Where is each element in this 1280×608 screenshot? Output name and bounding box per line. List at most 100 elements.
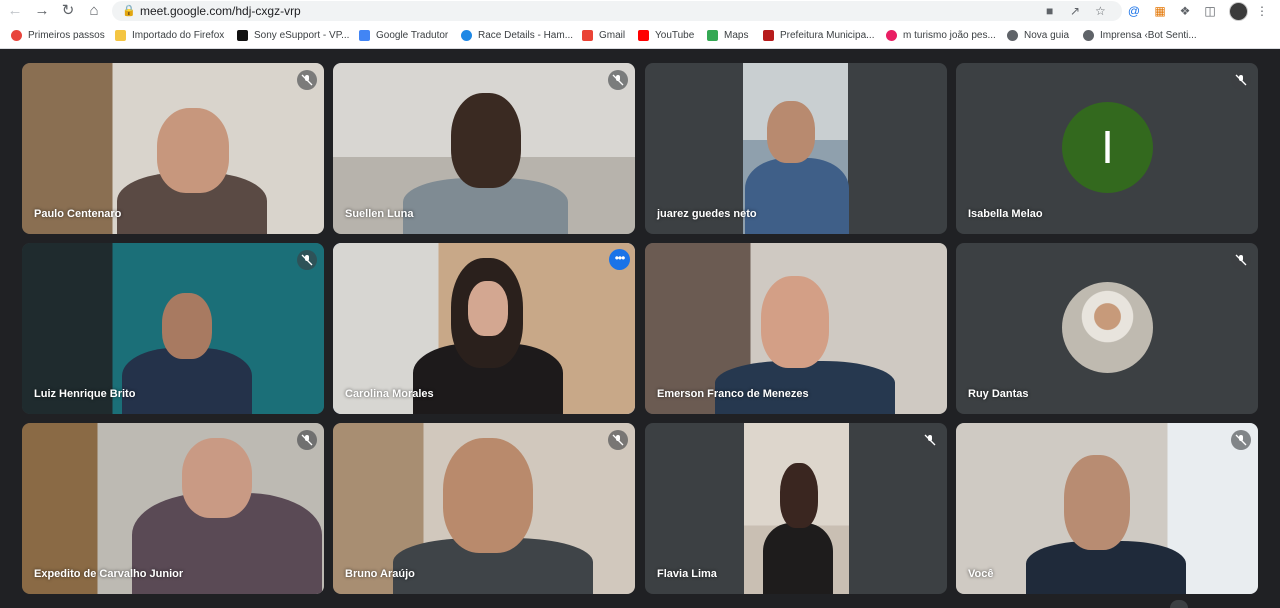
bookmark-item[interactable]: Google Tradutor xyxy=(359,27,448,43)
bookmark-item[interactable]: Prefeitura Municipa... xyxy=(763,27,875,43)
gmail-icon xyxy=(582,29,593,41)
mic-off-icon xyxy=(920,430,940,450)
bookmark-label: YouTube xyxy=(655,29,695,41)
browser-toolbar: ← → ↻ ⌂ 🔒 meet.google.com/hdj-cxgz-vrp ■… xyxy=(0,0,1280,22)
bookmark-item[interactable]: Imprensa ‹Bot Senti... xyxy=(1083,27,1197,43)
participant-name: juarez guedes neto xyxy=(657,208,757,220)
side-panel-icon[interactable]: ◫ xyxy=(1202,3,1218,19)
participant-avatar xyxy=(1062,282,1153,373)
person-shape xyxy=(468,281,508,336)
participant-tile[interactable]: Bruno Araújo xyxy=(333,423,635,594)
bookmark-label: Race Details - Ham... xyxy=(478,29,574,41)
person-shape xyxy=(451,93,521,188)
participant-name: Luiz Henrique Brito xyxy=(34,388,136,400)
person-shape xyxy=(443,438,533,553)
participant-tile[interactable]: juarez guedes neto xyxy=(645,63,947,234)
bottom-control-handle[interactable] xyxy=(1170,600,1188,608)
profile-avatar[interactable] xyxy=(1229,2,1248,21)
globe-icon xyxy=(1083,29,1094,41)
bookmark-item[interactable]: Gmail xyxy=(582,27,625,43)
person-shape xyxy=(763,523,833,594)
participant-tile[interactable]: Emerson Franco de Menezes xyxy=(645,243,947,414)
bookmark-label: Prefeitura Municipa... xyxy=(780,29,875,41)
bookmark-label: Primeiros passos xyxy=(28,29,105,41)
bookmark-label: Gmail xyxy=(599,29,626,41)
participant-name: Paulo Centenaro xyxy=(34,208,122,220)
puzzle-icon[interactable]: ❖ xyxy=(1177,3,1193,19)
bookmark-label: Sony eSupport - VP... xyxy=(254,29,350,41)
participant-name: Emerson Franco de Menezes xyxy=(657,388,809,400)
maps-pin-icon xyxy=(707,29,718,41)
participant-tile[interactable]: I Isabella Melao xyxy=(956,63,1258,234)
mic-off-icon xyxy=(608,70,628,90)
bookmark-item[interactable]: Importado do Firefox xyxy=(115,27,224,43)
bookmark-favicon-icon xyxy=(763,29,774,41)
person-shape xyxy=(162,293,212,359)
participant-name: Você xyxy=(968,568,994,580)
participant-tile[interactable]: Expedito de Carvalho Junior xyxy=(22,423,324,594)
camera-icon[interactable]: ■ xyxy=(1046,4,1053,18)
person-shape xyxy=(745,158,849,234)
bookmark-label: Imprensa ‹Bot Senti... xyxy=(1100,29,1197,41)
participant-tile[interactable]: Ruy Dantas xyxy=(956,243,1258,414)
participant-tile-self[interactable]: Você xyxy=(956,423,1258,594)
mic-off-icon xyxy=(1231,250,1251,270)
extension-at-icon[interactable]: @ xyxy=(1126,3,1142,19)
youtube-icon xyxy=(638,29,649,41)
participant-name: Isabella Melao xyxy=(968,208,1043,220)
extension-gallery-icon[interactable]: ▦ xyxy=(1152,3,1168,19)
share-icon[interactable]: ↗ xyxy=(1070,4,1080,18)
reload-icon[interactable]: ↻ xyxy=(59,2,77,20)
person-shape xyxy=(780,463,818,528)
bookmark-favicon-icon xyxy=(11,29,22,41)
mic-off-icon xyxy=(608,430,628,450)
folder-icon xyxy=(115,29,126,41)
lock-icon: 🔒 xyxy=(122,5,136,17)
participant-tile[interactable]: Flavia Lima xyxy=(645,423,947,594)
participant-tile[interactable]: Luiz Henrique Brito xyxy=(22,243,324,414)
participant-name: Expedito de Carvalho Junior xyxy=(34,568,184,580)
more-options-button[interactable]: ••• xyxy=(609,249,630,270)
mic-off-icon xyxy=(297,430,317,450)
mic-off-icon xyxy=(297,250,317,270)
bookmark-label: Importado do Firefox xyxy=(132,29,225,41)
person-shape xyxy=(1064,455,1130,550)
bookmark-item[interactable]: Race Details - Ham... xyxy=(461,27,573,43)
address-bar[interactable]: 🔒 meet.google.com/hdj-cxgz-vrp ■ ↗ ☆ xyxy=(112,1,1122,21)
bookmark-item[interactable]: Primeiros passos xyxy=(11,27,105,43)
participant-tile[interactable]: Paulo Centenaro xyxy=(22,63,324,234)
url-text: meet.google.com/hdj-cxgz-vrp xyxy=(140,4,301,18)
home-icon[interactable]: ⌂ xyxy=(85,2,103,20)
person-shape xyxy=(157,108,229,193)
bookmark-label: Maps xyxy=(724,29,749,41)
menu-icon[interactable]: ⋮ xyxy=(1254,3,1270,19)
bookmark-label: Nova guia xyxy=(1024,29,1070,41)
bookmark-item[interactable]: m turismo joão pes... xyxy=(886,27,996,43)
participant-name: Carolina Morales xyxy=(345,388,434,400)
participant-name: Suellen Luna xyxy=(345,208,414,220)
translate-icon xyxy=(359,29,370,41)
bookmark-item[interactable]: Nova guia xyxy=(1007,27,1069,43)
globe-icon xyxy=(1007,29,1018,41)
bookmark-item[interactable]: Maps xyxy=(707,27,748,43)
bookmark-favicon-icon xyxy=(237,29,248,41)
forward-arrow-icon[interactable]: → xyxy=(33,2,51,20)
participant-tile[interactable]: Suellen Luna xyxy=(333,63,635,234)
back-arrow-icon[interactable]: ← xyxy=(6,2,24,20)
person-shape xyxy=(767,101,815,163)
star-icon[interactable]: ☆ xyxy=(1095,4,1106,18)
participant-tile-active[interactable]: ••• Carolina Morales xyxy=(333,243,635,414)
participant-avatar: I xyxy=(1062,102,1153,193)
mic-off-icon xyxy=(1231,70,1251,90)
person-shape xyxy=(761,276,829,368)
participant-name: Ruy Dantas xyxy=(968,388,1029,400)
bookmark-favicon-icon xyxy=(461,29,472,41)
bookmarks-bar: Primeiros passos Importado do Firefox So… xyxy=(0,22,1280,49)
bookmark-item[interactable]: YouTube xyxy=(638,27,694,43)
flickr-icon xyxy=(886,29,897,41)
bookmark-item[interactable]: Sony eSupport - VP... xyxy=(237,27,349,43)
mic-off-icon xyxy=(297,70,317,90)
participant-name: Bruno Araújo xyxy=(345,568,415,580)
bookmark-label: m turismo joão pes... xyxy=(903,29,996,41)
participant-name: Flavia Lima xyxy=(657,568,717,580)
